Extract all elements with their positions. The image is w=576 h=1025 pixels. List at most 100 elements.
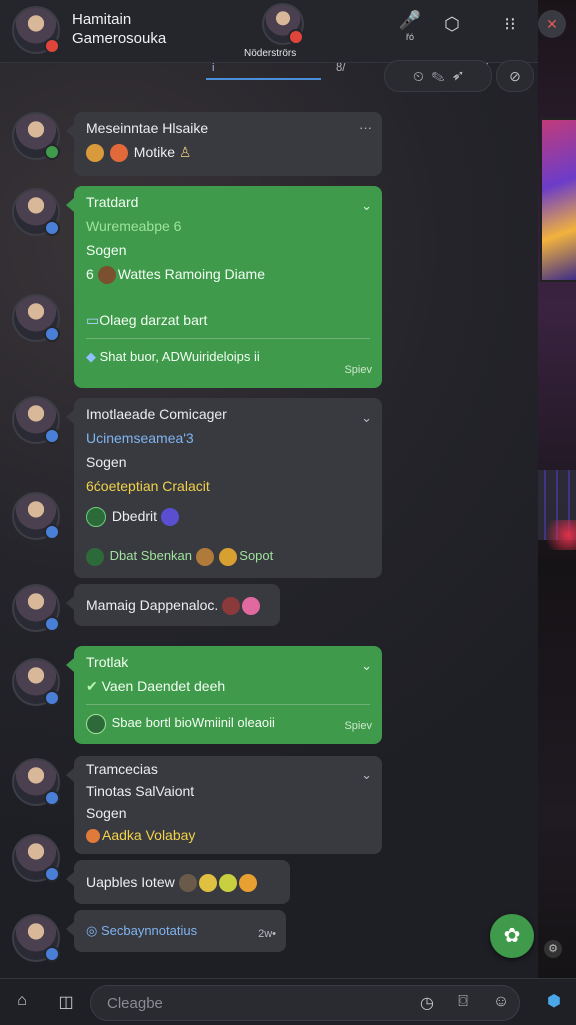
message-text: Shat buor, ADWuirideloips ii — [99, 349, 260, 364]
message-bubble[interactable]: ◎ Secbaynnotatius 2w• — [66, 910, 286, 952]
chevron-down-icon[interactable]: ⌄ — [361, 654, 372, 678]
chat-title-line2: Gamerosouka — [72, 30, 167, 47]
microphone-icon[interactable]: 🎤 — [398, 10, 422, 31]
composer-bar: ⌂ ◫ Cleagbe ◷ ⌼ ☺ ⬢ — [0, 978, 576, 1025]
message-text: Wattes Ramoing Diame — [117, 266, 265, 282]
chat-title[interactable]: Hamitain Gamerosouka — [72, 10, 166, 48]
message-text: Wuremeabpe 6 — [86, 218, 182, 234]
subbar-right-text: ȣ/ — [336, 62, 346, 74]
timer-icon[interactable]: ⏲ — [413, 68, 424, 84]
emoji-picker-icon[interactable]: ☺ — [491, 993, 511, 1011]
avatar[interactable] — [12, 658, 60, 706]
background-scene — [538, 0, 576, 1024]
home-icon[interactable]: ⌂ — [10, 992, 34, 1010]
background-glow — [538, 520, 576, 550]
avatar[interactable] — [12, 396, 60, 444]
message-text: Meseinntae Hlsaike — [86, 120, 209, 136]
status-badge — [44, 220, 60, 236]
avatar[interactable] — [12, 584, 60, 632]
emoji-icon — [242, 597, 261, 616]
message-text: Dbat Sbenkan — [109, 548, 193, 563]
emoji-icon — [195, 547, 214, 566]
pen-icon[interactable]: ✎ — [432, 68, 445, 84]
check-icon: ✔ — [86, 678, 98, 694]
sticker-icon[interactable]: ◫ — [54, 992, 78, 1012]
message-bubble[interactable]: Mamaig Dappenaloc. — [66, 584, 280, 626]
emoji-icon — [222, 597, 241, 616]
status-badge — [44, 946, 60, 962]
background-monitor — [540, 118, 576, 282]
status-badge — [44, 790, 60, 806]
emoji-icon — [218, 874, 237, 893]
message-time: Spiev — [344, 364, 372, 376]
message-text: Mamaig Dappenaloc. — [86, 597, 219, 613]
message-time: Spiev — [344, 720, 372, 732]
check-icon — [86, 547, 104, 566]
person-icon: ♙ — [178, 144, 192, 160]
status-badge — [44, 866, 60, 882]
message-time: 2w• — [258, 928, 276, 940]
message-text: Sogen — [86, 805, 127, 821]
message-bubble[interactable]: Uapbles Iotew — [66, 860, 290, 904]
link-icon: ▭ — [86, 312, 100, 328]
block-icon: ⊘ — [509, 68, 521, 84]
message-text: Motike — [133, 144, 176, 160]
compose-button[interactable]: ✿ — [490, 914, 534, 958]
notification-badge — [44, 38, 60, 54]
clock-icon[interactable]: ◷ — [417, 993, 437, 1013]
emoji-icon — [109, 144, 128, 163]
message-text: Trotlak — [86, 654, 129, 670]
message-bubble[interactable]: ⌄ Tramcecias Tinotas SalVaiont Sogen Aad… — [66, 756, 382, 854]
camera-icon[interactable]: ⌼ — [453, 993, 473, 1011]
status-badge — [44, 144, 60, 160]
more-options-icon[interactable]: ··· — [359, 116, 372, 140]
message-bubble[interactable]: ⌄ Trotlak ✔ Vaen Daendet deeh Sbae bortl… — [66, 646, 382, 744]
message-bubble[interactable]: ⌄ Imotlaeade Comicager Ucinemseamea'3 So… — [66, 398, 382, 578]
emoji-icon — [97, 266, 116, 285]
message-text: 6ćoeteptian Cralacit — [86, 478, 210, 494]
close-icon[interactable]: ✕ — [538, 10, 566, 38]
message-text: Secbaynnotatius — [100, 923, 198, 938]
message-bubble[interactable]: ··· Meseinntae Hlsaike Motike ♙ — [66, 112, 382, 176]
emoji-icon — [198, 874, 217, 893]
avatar[interactable] — [12, 758, 60, 806]
message-text: Uapbles Iotew — [86, 874, 175, 890]
quick-actions-pill[interactable]: ⏲ ✎ ➶ — [384, 60, 492, 92]
message-text: Olaeg darzat bart — [99, 312, 208, 328]
chevron-down-icon[interactable]: ⌄ — [361, 764, 372, 786]
active-tab-underline — [206, 78, 321, 80]
message-text: Sogen — [86, 454, 127, 470]
status-badge — [44, 524, 60, 540]
message-bubble[interactable]: ⌄ Tratdard Wuremeabpe 6 Sogen 6 Wattes R… — [66, 186, 382, 388]
more-options-icon[interactable]: ⁝⁝ — [498, 14, 522, 35]
window-icon[interactable]: ⬡ — [440, 14, 464, 35]
emoji-icon — [160, 508, 179, 527]
send-icon[interactable]: ⬢ — [542, 991, 566, 1011]
avatar[interactable] — [12, 112, 60, 160]
pin-icon[interactable]: ➶ — [452, 68, 463, 84]
chevron-down-icon[interactable]: ⌄ — [361, 194, 372, 218]
whatsapp-icon — [86, 713, 106, 734]
message-input[interactable]: Cleagbe ◷ ⌼ ☺ — [90, 985, 520, 1021]
avatar[interactable] — [12, 834, 60, 882]
chevron-down-icon[interactable]: ⌄ — [361, 406, 372, 430]
whatsapp-icon — [86, 507, 106, 528]
status-badge — [44, 428, 60, 444]
avatar[interactable] — [12, 914, 60, 962]
block-button[interactable]: ⊘ — [496, 60, 534, 92]
document-icon: ◆ — [86, 349, 96, 364]
avatar[interactable] — [12, 188, 60, 236]
group-avatar[interactable] — [12, 6, 60, 54]
emoji-icon — [238, 874, 257, 893]
message-text: Imotlaeade Comicager — [86, 406, 227, 422]
message-text: Aadka Volabay — [102, 827, 196, 843]
message-input-placeholder: Cleagbe — [107, 995, 163, 1012]
avatar[interactable] — [12, 492, 60, 540]
avatar[interactable] — [12, 294, 60, 342]
emoji-icon — [86, 829, 100, 844]
settings-icon[interactable]: ⚙ — [544, 940, 562, 958]
message-text: Vaen Daendet deeh — [101, 678, 226, 694]
message-text: Sbae bortl bioWmiinil oleaoii — [111, 715, 275, 730]
contact-avatar[interactable] — [262, 3, 304, 45]
contact-name[interactable]: Nöderströrs — [244, 48, 296, 59]
